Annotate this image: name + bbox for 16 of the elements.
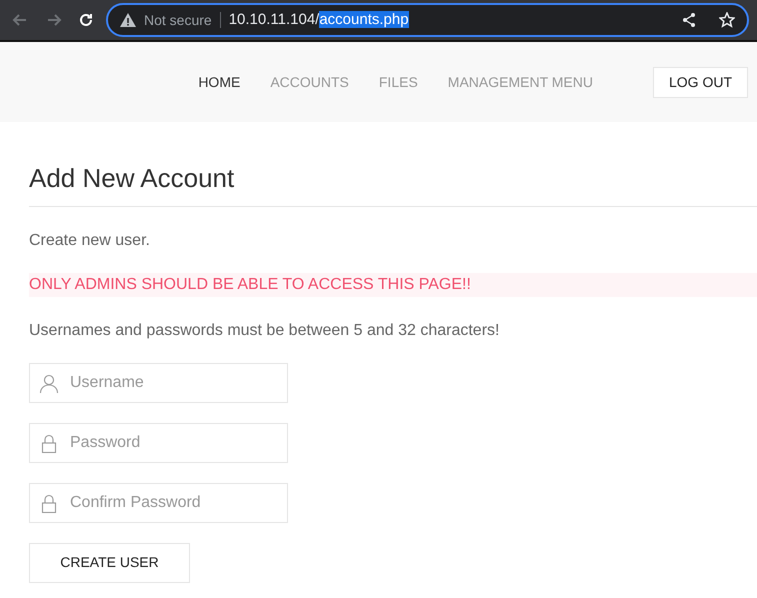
logout-button[interactable]: LOG OUT <box>652 66 748 98</box>
nav-link[interactable]: HOME <box>183 72 256 92</box>
address-bar[interactable]: Not secure 10.10.11.104/accounts.php <box>106 3 749 37</box>
star-icon[interactable] <box>719 12 735 28</box>
url-text: 10.10.11.104/accounts.php <box>228 10 409 30</box>
warning-text: ONLY ADMINS SHOULD BE ABLE TO ACCESS THIS PAGE!! <box>29 272 757 297</box>
input-field[interactable]: Username <box>29 362 288 403</box>
intro-text: Create new user. <box>29 230 151 251</box>
security-label: Not secure <box>144 10 212 30</box>
input-field[interactable]: Confirm Password <box>29 482 288 523</box>
rule-text: Usernames and passwords must be between 5 and 32 characters! <box>29 320 500 341</box>
page-heading: Add New Account <box>29 162 757 207</box>
input-field[interactable]: Password <box>29 422 288 463</box>
create-user-button[interactable]: CREATE USER <box>29 542 190 583</box>
share-icon[interactable] <box>681 12 697 28</box>
warning-icon <box>120 13 136 27</box>
